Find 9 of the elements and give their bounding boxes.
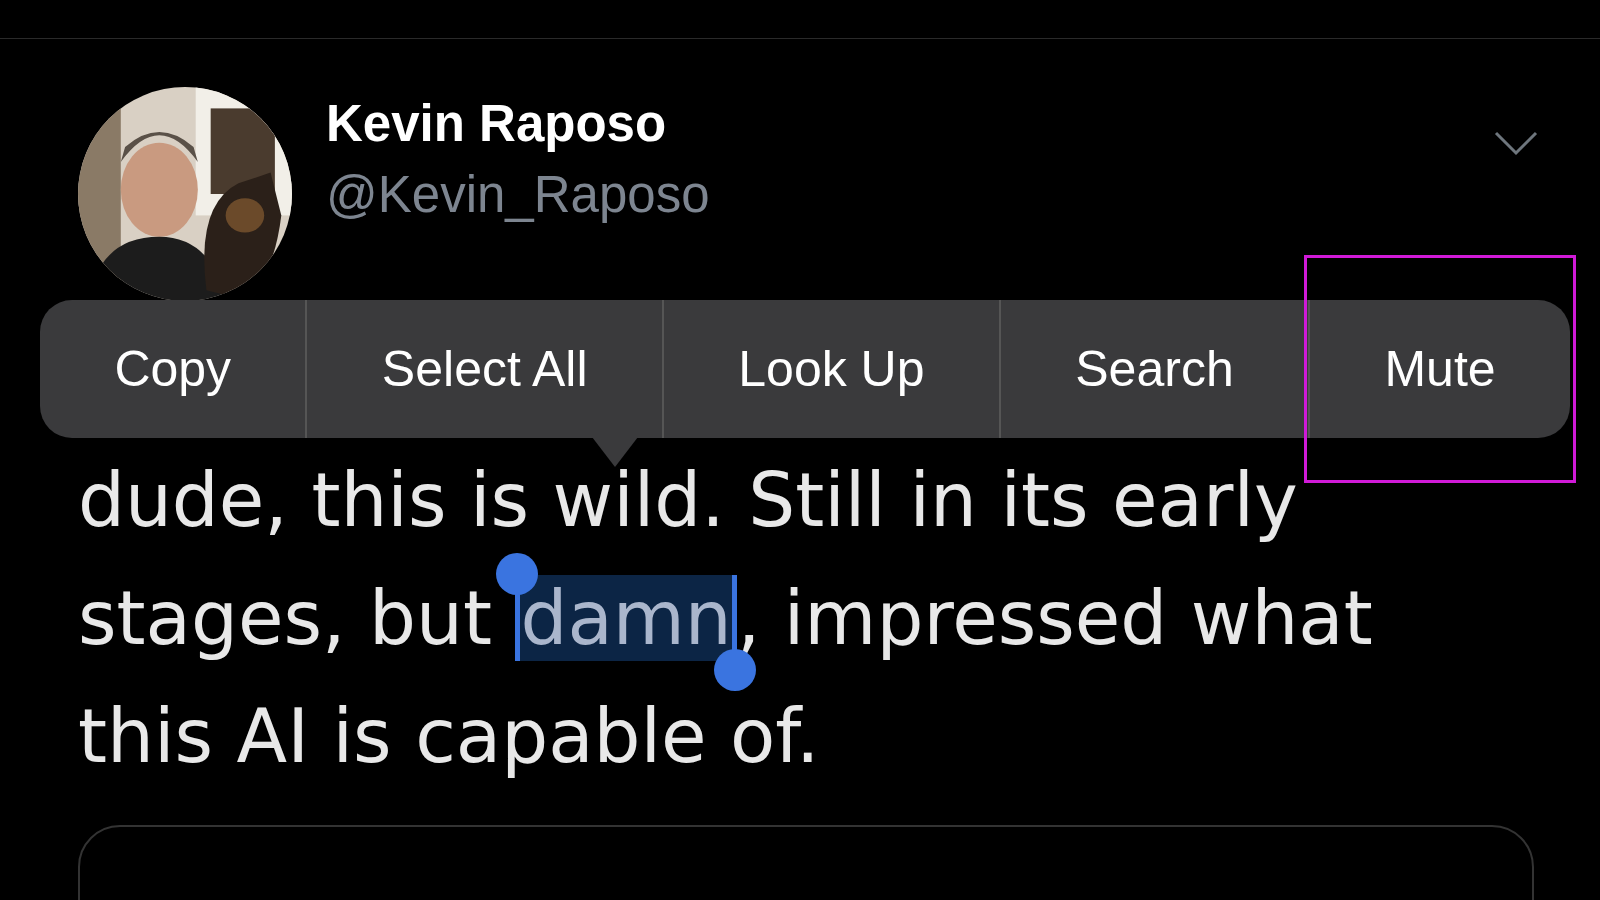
chevron-down-icon[interactable] — [1494, 131, 1538, 157]
menu-item[interactable]: Search — [998, 300, 1309, 438]
menu-item[interactable]: Copy — [40, 300, 306, 438]
menu-item[interactable]: Select All — [305, 300, 662, 438]
menu-item[interactable]: Mute — [1308, 300, 1570, 438]
tweet-text: dude, this is wild. Still in its early stages, but damn, impressed what this AI is capable of. — [78, 456, 1374, 781]
author-name: Kevin Raposo — [326, 94, 668, 153]
author-handle: @Kevin_Raposo — [326, 165, 710, 224]
menu-item[interactable]: Look Up — [661, 300, 999, 438]
